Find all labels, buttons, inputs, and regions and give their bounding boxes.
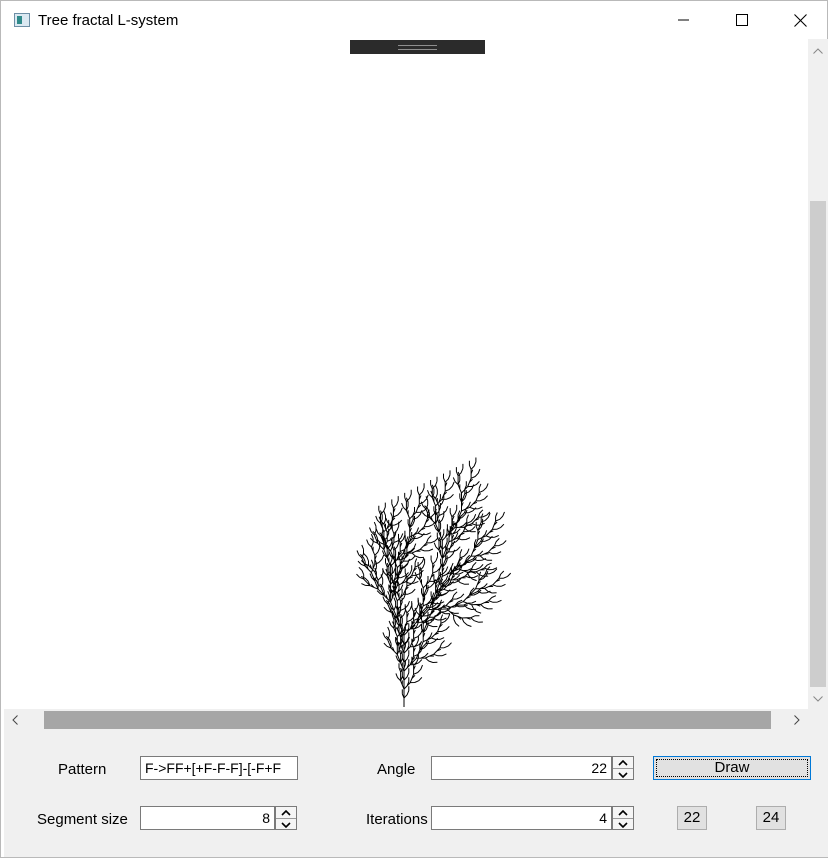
iterations-stepper[interactable] bbox=[612, 806, 634, 830]
scroll-left-button[interactable] bbox=[4, 709, 26, 731]
scroll-up-button[interactable] bbox=[808, 41, 828, 61]
chevron-left-icon bbox=[12, 715, 18, 725]
iterations-decrement[interactable] bbox=[613, 818, 633, 830]
iterations-input[interactable]: 4 bbox=[431, 806, 612, 830]
pattern-input[interactable]: F->FF+[+F-F-F]-[-F+F bbox=[140, 756, 298, 780]
scroll-down-button[interactable] bbox=[808, 689, 828, 709]
vertical-scroll-thumb[interactable] bbox=[810, 201, 826, 687]
preset-angle-24-button[interactable]: 24 bbox=[756, 806, 786, 830]
segment-size-input[interactable]: 8 bbox=[140, 806, 275, 830]
scroll-right-button[interactable] bbox=[786, 709, 808, 731]
segment-size-label: Segment size bbox=[37, 811, 128, 828]
drawing-canvas[interactable] bbox=[4, 39, 807, 709]
scrollbar-corner bbox=[808, 709, 828, 731]
chevron-down-icon bbox=[813, 696, 823, 702]
draw-button[interactable]: Draw bbox=[653, 756, 811, 780]
minimize-icon bbox=[678, 19, 689, 21]
angle-increment[interactable] bbox=[613, 757, 633, 768]
pattern-label: Pattern bbox=[58, 761, 107, 778]
triangle-up-icon bbox=[281, 809, 291, 816]
segment-size-stepper[interactable] bbox=[275, 806, 297, 830]
triangle-up-icon bbox=[618, 809, 628, 816]
horizontal-scroll-thumb[interactable] bbox=[44, 711, 771, 729]
close-button[interactable] bbox=[771, 1, 828, 39]
controls-panel: Pattern F->FF+[+F-F-F]-[-F+F Angle 22 Dr… bbox=[4, 731, 828, 857]
fractal-tree bbox=[356, 457, 512, 707]
preset-angle-22-button[interactable]: 22 bbox=[677, 806, 707, 830]
segment-increment[interactable] bbox=[276, 807, 296, 818]
draw-button-label: Draw bbox=[714, 759, 750, 776]
triangle-up-icon bbox=[618, 759, 628, 766]
triangle-down-icon bbox=[618, 821, 628, 828]
triangle-down-icon bbox=[281, 821, 291, 828]
segment-decrement[interactable] bbox=[276, 818, 296, 830]
title-bar[interactable]: Tree fractal L-system bbox=[1, 1, 827, 39]
angle-input[interactable]: 22 bbox=[431, 756, 612, 780]
triangle-down-icon bbox=[618, 771, 628, 778]
iterations-label: Iterations bbox=[366, 811, 428, 828]
maximize-icon bbox=[736, 14, 748, 26]
minimize-button[interactable] bbox=[655, 1, 713, 39]
angle-label: Angle bbox=[377, 761, 416, 778]
angle-stepper[interactable] bbox=[612, 756, 634, 780]
app-window: Tree fractal L-system Pattern F->FF+[+F-… bbox=[0, 0, 828, 858]
window-title: Tree fractal L-system bbox=[38, 12, 179, 29]
tree-branches bbox=[356, 457, 512, 707]
close-icon bbox=[793, 13, 807, 27]
app-window-icon bbox=[14, 13, 30, 27]
iterations-increment[interactable] bbox=[613, 807, 633, 818]
chevron-right-icon bbox=[794, 715, 800, 725]
chevron-up-icon bbox=[813, 48, 823, 54]
angle-decrement[interactable] bbox=[613, 768, 633, 780]
vertical-scrollbar[interactable] bbox=[808, 39, 828, 709]
horizontal-scrollbar[interactable] bbox=[4, 709, 808, 731]
maximize-button[interactable] bbox=[713, 1, 771, 39]
